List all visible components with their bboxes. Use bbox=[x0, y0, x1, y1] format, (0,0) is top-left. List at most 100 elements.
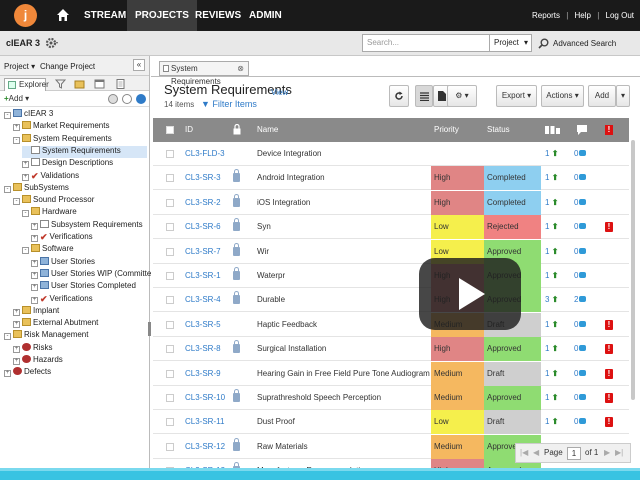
item-id-link[interactable]: CL3-SR-7 bbox=[185, 240, 221, 264]
relationships-count[interactable]: 1 ⬆ bbox=[545, 410, 558, 434]
item-id-link[interactable]: CL3-SR-2 bbox=[185, 191, 221, 215]
tree-node[interactable]: + User Stories WIP (Committed) bbox=[31, 268, 158, 281]
window-tab-icon[interactable] bbox=[94, 79, 105, 89]
priority-cell[interactable]: Medium bbox=[431, 434, 484, 459]
item-id-link[interactable]: CL3-SR-1 bbox=[185, 264, 221, 288]
item-name[interactable]: Waterpr bbox=[257, 264, 285, 288]
tree-node[interactable]: - cIEAR 3 bbox=[4, 109, 53, 121]
relationships-count[interactable]: 1 ⬆ bbox=[545, 215, 558, 239]
suspect-warning-icon[interactable]: ! bbox=[605, 319, 613, 330]
tab-explorer[interactable]: Explorer bbox=[4, 78, 49, 91]
item-name[interactable]: Device Integration bbox=[257, 142, 321, 166]
refresh-button[interactable] bbox=[389, 85, 409, 107]
item-id-link[interactable]: CL3-FLD-3 bbox=[185, 142, 225, 166]
column-header-status[interactable]: Status bbox=[487, 118, 510, 142]
tree-node[interactable]: + Defects bbox=[4, 367, 51, 379]
item-name[interactable]: Wir bbox=[257, 240, 269, 264]
item-name[interactable]: Raw Materials bbox=[257, 435, 308, 459]
priority-cell[interactable]: Low bbox=[431, 215, 484, 240]
row-checkbox[interactable] bbox=[166, 174, 174, 183]
document-tab-icon[interactable] bbox=[115, 79, 126, 89]
settings-icon[interactable] bbox=[108, 94, 118, 104]
row-checkbox[interactable] bbox=[166, 198, 174, 207]
expand-toggle-icon[interactable]: - bbox=[13, 198, 20, 206]
row-checkbox[interactable] bbox=[166, 150, 174, 158]
expand-toggle-icon[interactable]: + bbox=[13, 124, 20, 132]
project-menu[interactable]: Project ▾ bbox=[4, 62, 35, 71]
row-checkbox[interactable] bbox=[166, 442, 174, 451]
expand-toggle-icon[interactable]: - bbox=[22, 247, 29, 255]
tree-node[interactable]: + ✔ Verifications bbox=[31, 294, 93, 306]
tree-node[interactable]: + Risks bbox=[13, 342, 53, 355]
filter-items-link[interactable]: ▼ Filter Items bbox=[201, 99, 257, 109]
expand-toggle-icon[interactable]: - bbox=[13, 136, 20, 144]
priority-cell[interactable]: High bbox=[431, 190, 484, 215]
table-row[interactable]: CL3-SR-3 Android Integration High Completed… bbox=[153, 166, 629, 191]
comments-count[interactable]: 0 bbox=[574, 362, 587, 386]
relationships-count[interactable]: 1 ⬆ bbox=[545, 240, 558, 264]
item-name[interactable]: iOS Integration bbox=[257, 191, 310, 215]
priority-cell[interactable]: High bbox=[431, 166, 484, 191]
row-checkbox[interactable] bbox=[166, 369, 174, 378]
tree-node[interactable]: - Hardware bbox=[22, 207, 77, 219]
comments-count[interactable]: 0 bbox=[574, 264, 587, 288]
item-id-link[interactable]: CL3-SR-4 bbox=[185, 288, 221, 312]
tree-node[interactable]: - Software bbox=[22, 244, 74, 256]
item-name[interactable]: Suprathreshold Speech Perception bbox=[257, 386, 381, 410]
expand-toggle-icon[interactable]: + bbox=[13, 345, 20, 353]
nav-admin[interactable]: ADMIN bbox=[249, 0, 282, 31]
app-logo[interactable]: j bbox=[14, 4, 37, 27]
status-cell[interactable]: Approved bbox=[484, 337, 541, 362]
search-input[interactable]: Search... bbox=[362, 34, 490, 52]
item-name[interactable]: Durable bbox=[257, 288, 285, 312]
actions-button[interactable]: Actions ▾ bbox=[541, 85, 584, 107]
item-id-link[interactable]: CL3-SR-6 bbox=[185, 215, 221, 239]
row-checkbox[interactable] bbox=[166, 345, 174, 354]
expand-toggle-icon[interactable]: + bbox=[4, 370, 11, 378]
refresh-icon[interactable] bbox=[122, 94, 132, 104]
expand-toggle-icon[interactable]: - bbox=[4, 112, 11, 119]
relationships-count[interactable]: 1 ⬆ bbox=[545, 386, 558, 410]
tree-node[interactable]: + ✔ Verifications bbox=[31, 232, 93, 244]
nav-stream[interactable]: STREAM bbox=[84, 0, 126, 31]
priority-cell[interactable]: High bbox=[431, 337, 484, 362]
relationships-count[interactable]: 1 ⬆ bbox=[545, 313, 558, 337]
table-row[interactable]: CL3-SR-7 Wir Low Approved 1 ⬆ 0 bbox=[153, 239, 629, 264]
expand-toggle-icon[interactable]: - bbox=[4, 333, 11, 341]
filter-tab-icon[interactable] bbox=[55, 79, 66, 89]
table-row[interactable]: CL3-SR-6 Syn Low Rejected 1 ⬆ 0! bbox=[153, 215, 629, 240]
nav-reviews[interactable]: REVIEWS bbox=[195, 0, 241, 31]
tree-node[interactable]: + ✔ Validations bbox=[22, 171, 79, 183]
gear-menu-button[interactable]: ⚙ ▾ bbox=[447, 85, 477, 107]
table-row[interactable]: CL3-SR-10 Suprathreshold Speech Perceptio… bbox=[153, 386, 629, 410]
status-cell[interactable]: Completed bbox=[484, 166, 541, 191]
suspect-warning-icon[interactable]: ! bbox=[605, 393, 613, 403]
suspect-warning-icon[interactable]: ! bbox=[605, 344, 613, 355]
relationships-count[interactable]: 1 ⬆ bbox=[545, 191, 558, 215]
previous-page-icon[interactable]: ◀ bbox=[533, 448, 539, 457]
table-row[interactable]: CL3-SR-11 Dust Proof Low Draft 1 ⬆ 0! bbox=[153, 410, 629, 435]
tree-node[interactable]: + User Stories bbox=[31, 256, 95, 269]
item-name[interactable]: Android Integration bbox=[257, 166, 325, 190]
priority-cell[interactable]: Medium bbox=[431, 361, 484, 386]
export-button[interactable]: Export ▾ bbox=[496, 85, 537, 107]
next-page-icon[interactable]: ▶ bbox=[604, 448, 610, 457]
help-link[interactable]: Help bbox=[575, 11, 591, 20]
select-all-checkbox[interactable] bbox=[166, 126, 174, 134]
relationships-count[interactable]: 1 ⬆ bbox=[545, 362, 558, 386]
table-row[interactable]: CL3-SR-8 Surgical Installation High Approve… bbox=[153, 337, 629, 362]
table-row[interactable]: CL3-FLD-3 Device Integration 1 ⬆ 0 bbox=[153, 142, 629, 166]
comments-count[interactable]: 0 bbox=[574, 142, 587, 166]
table-scrollbar[interactable] bbox=[631, 140, 635, 400]
row-checkbox[interactable] bbox=[166, 247, 174, 256]
list-view-button[interactable] bbox=[415, 85, 433, 107]
suspect-warning-icon[interactable]: ! bbox=[605, 368, 613, 379]
project-settings-gear-icon[interactable] bbox=[45, 36, 59, 50]
add-button[interactable]: Add bbox=[588, 85, 616, 107]
item-name[interactable]: Haptic Feedback bbox=[257, 313, 317, 337]
expand-toggle-icon[interactable]: + bbox=[31, 235, 38, 242]
comments-count[interactable]: 0 bbox=[574, 240, 587, 264]
info-icon[interactable] bbox=[136, 94, 146, 104]
row-checkbox[interactable] bbox=[166, 272, 174, 280]
expand-toggle-icon[interactable]: + bbox=[22, 173, 29, 181]
